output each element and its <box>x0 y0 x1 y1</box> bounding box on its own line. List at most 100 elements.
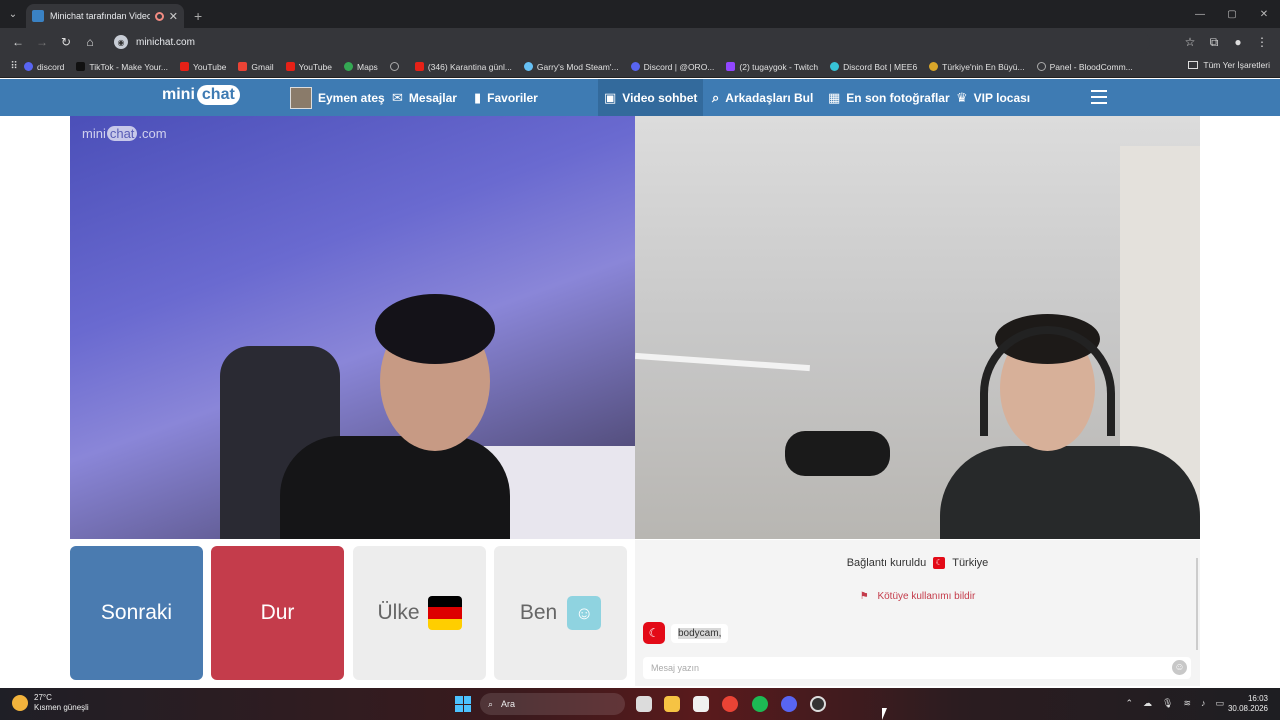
message-input[interactable]: Mesaj yazın ☺ <box>643 657 1191 679</box>
stop-button[interactable]: Dur <box>211 546 344 680</box>
turkey-flag-icon: ☾ <box>643 622 665 644</box>
globe-icon <box>389 62 399 71</box>
nav-find-friends[interactable]: ⌕ Arkadaşları Bul <box>712 79 813 116</box>
photos-grid-icon: ▦ <box>828 89 841 105</box>
next-button[interactable]: Sonraki <box>70 546 203 680</box>
forward-icon[interactable]: → <box>30 30 54 54</box>
twitch-icon <box>726 62 736 71</box>
bookmark-item[interactable]: Maps <box>344 62 378 72</box>
bookmark-item[interactable]: (2) tugaygok - Twitch <box>726 62 818 72</box>
gmail-icon <box>238 62 248 71</box>
nav-user-profile[interactable]: Eymen ateş <box>290 79 385 116</box>
discord-icon[interactable] <box>781 696 797 712</box>
cloud-icon[interactable]: ☁ <box>1143 698 1152 709</box>
country-filter-button[interactable]: Ülke <box>353 546 486 680</box>
remote-video <box>635 116 1200 539</box>
extensions-icon[interactable]: ⧉ <box>1202 30 1226 54</box>
mic-icon[interactable]: 🎙 <box>1162 698 1173 709</box>
maximize-icon[interactable]: ▢ <box>1216 0 1248 28</box>
turkey-site-icon <box>929 62 939 71</box>
site-info-icon[interactable]: ◉ <box>114 35 128 49</box>
all-bookmarks[interactable]: Tüm Yer İşaretleri <box>1188 60 1270 70</box>
message-bubble: bodycam, <box>671 623 729 643</box>
nav-latest-photos[interactable]: ▦ En son fotoğraflar <box>828 79 950 116</box>
url-text: minichat.com <box>136 36 195 48</box>
youtube-icon <box>180 62 189 71</box>
taskbar-clock[interactable]: 16:03 30.08.2026 <box>1228 694 1268 714</box>
windows-start-icon[interactable] <box>455 696 471 712</box>
bookmark-item[interactable]: Garry's Mod Steam'... <box>523 62 619 72</box>
new-tab-button[interactable]: + <box>184 4 212 28</box>
bookmark-icon: ▮ <box>474 89 482 105</box>
bookmark-item[interactable]: Panel - BloodComm... <box>1036 62 1133 72</box>
person-body <box>280 436 510 539</box>
weather-widget[interactable]: 27°C Kısmen güneşli <box>12 693 89 713</box>
wifi-icon[interactable]: ≋ <box>1183 698 1191 709</box>
close-window-icon[interactable]: ✕ <box>1248 0 1280 28</box>
bookmark-item[interactable]: Gmail <box>238 62 274 72</box>
bookmark-item[interactable]: Discord | @ORO... <box>630 62 714 72</box>
star-icon[interactable]: ☆ <box>1178 30 1202 54</box>
turkey-flag-icon: ☾ <box>933 557 946 569</box>
site-navbar: mini chat Eymen ateş ✉ Mesajlar ▮ Favoril… <box>0 79 1280 116</box>
file-explorer-icon[interactable] <box>664 696 680 712</box>
me-settings-button[interactable]: Ben ☺ <box>494 546 627 680</box>
profile-avatar[interactable]: ● <box>1226 30 1250 54</box>
window-controls: — ▢ ✕ <box>1184 0 1280 28</box>
emoji-icon[interactable]: ☺ <box>1172 660 1187 675</box>
local-video: mini chat .com <box>70 116 635 539</box>
store-icon[interactable] <box>693 696 709 712</box>
nav-vip[interactable]: ♛ VIP locası <box>956 79 1030 116</box>
report-abuse-link[interactable]: ⚑ Kötüye kullanımı bildir <box>635 591 1200 602</box>
battery-icon[interactable]: ▭ <box>1215 698 1224 709</box>
bookmark-item[interactable]: Türkiye'nin En Büyü... <box>929 62 1025 72</box>
nav-favorites[interactable]: ▮ Favoriler <box>474 79 538 116</box>
chrome-icon[interactable] <box>722 696 738 712</box>
back-icon[interactable]: ← <box>6 30 30 54</box>
flag-icon: ⚑ <box>859 591 869 602</box>
microphone <box>785 431 890 476</box>
minimize-icon[interactable]: — <box>1184 0 1216 28</box>
steam-icon <box>523 62 533 71</box>
url-input[interactable]: ◉ minichat.com <box>110 31 1150 53</box>
globe-icon <box>1036 62 1046 71</box>
volume-icon[interactable]: ♪ <box>1201 698 1206 709</box>
tab-search-icon[interactable]: ⌄ <box>0 0 26 28</box>
connection-status: Bağlantı kuruldu ☾ Türkiye <box>846 557 989 569</box>
bookmark-item[interactable]: (346) Karantina günl... <box>414 62 512 72</box>
spotify-icon[interactable] <box>752 696 768 712</box>
bookmark-item[interactable]: Discord Bot | MEE6 <box>830 62 917 72</box>
nav-video-chat[interactable]: ▣ Video sohbet <box>598 79 704 116</box>
taskbar-search[interactable]: ⌕ Ara <box>480 693 625 715</box>
chevron-up-icon[interactable]: ⌃ <box>1125 698 1133 709</box>
nav-messages[interactable]: ✉ Mesajlar <box>392 79 457 116</box>
bookmarks-bar: ⠿ discord TikTok - Make Your... YouTube … <box>0 56 1280 78</box>
tab-close-icon[interactable]: ✕ <box>169 10 178 23</box>
bookmark-item[interactable]: YouTube <box>285 62 332 72</box>
hamburger-menu-icon[interactable] <box>1091 90 1107 108</box>
chat-bubble-icon: ▣ <box>604 89 617 105</box>
bookmark-item[interactable]: discord <box>24 62 64 72</box>
minichat-logo[interactable]: mini chat <box>162 85 240 105</box>
bookmark-item[interactable]: TikTok - Make Your... <box>76 62 168 72</box>
task-view-icon[interactable] <box>636 696 652 712</box>
envelope-icon: ✉ <box>392 89 403 105</box>
germany-flag-icon <box>427 596 462 630</box>
chat-scrollbar[interactable] <box>1196 558 1198 650</box>
mic-arm <box>635 352 810 372</box>
reload-icon[interactable]: ↻ <box>54 30 78 54</box>
home-icon[interactable]: ⌂ <box>78 30 102 54</box>
bookmark-item[interactable] <box>389 62 403 71</box>
bookmark-item[interactable]: YouTube <box>180 62 226 72</box>
sun-cloud-icon <box>12 695 28 711</box>
folder-icon <box>1188 61 1199 69</box>
chat-message: ☾ bodycam, <box>643 622 729 644</box>
menu-dots-icon[interactable]: ⋮ <box>1250 30 1274 54</box>
minichat-watermark: mini chat .com <box>82 126 167 141</box>
mee6-icon <box>830 62 840 71</box>
apps-grid-icon[interactable]: ⠿ <box>4 57 24 77</box>
browser-tab-bar: ⌄ Minichat tarafından Video sohbet ✕ + —… <box>0 0 1280 28</box>
system-tray: ⌃ ☁ 🎙 ≋ ♪ ▭ <box>1125 698 1224 709</box>
obs-icon[interactable] <box>810 696 826 712</box>
browser-tab[interactable]: Minichat tarafından Video sohbet ✕ <box>26 4 184 28</box>
